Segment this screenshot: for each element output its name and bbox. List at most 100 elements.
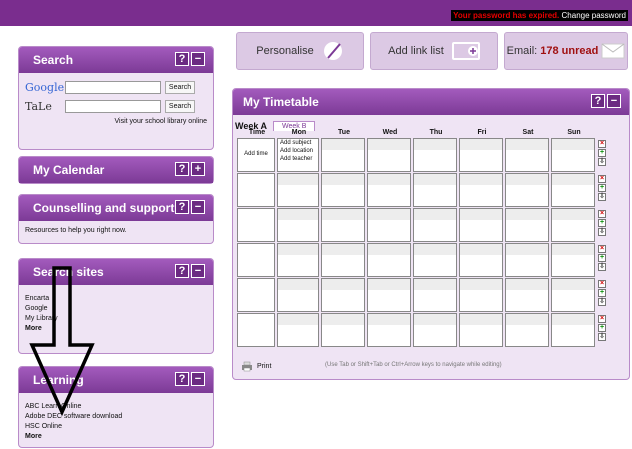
- link-google[interactable]: Google: [25, 305, 207, 312]
- timetable-cell[interactable]: [459, 278, 503, 312]
- timetable-cell[interactable]: [505, 313, 549, 347]
- timetable-cell[interactable]: [413, 208, 457, 242]
- delete-row-icon[interactable]: ×: [598, 175, 606, 183]
- link-my-library[interactable]: My Library: [25, 315, 207, 322]
- expand-button[interactable]: +: [191, 162, 205, 176]
- delete-row-icon[interactable]: ×: [598, 315, 606, 323]
- timetable-cell[interactable]: [459, 173, 503, 207]
- timetable-cell[interactable]: [505, 243, 549, 277]
- time-cell[interactable]: Add time: [237, 138, 275, 172]
- timetable-cell[interactable]: [367, 208, 411, 242]
- time-cell[interactable]: [237, 208, 275, 242]
- add-row-icon[interactable]: +: [598, 254, 606, 262]
- move-down-icon[interactable]: ⇩: [598, 298, 606, 306]
- time-cell[interactable]: [237, 278, 275, 312]
- link-encarta[interactable]: Encarta: [25, 295, 207, 302]
- timetable-cell[interactable]: [413, 313, 457, 347]
- timetable-cell[interactable]: [367, 173, 411, 207]
- timetable-cell[interactable]: [367, 243, 411, 277]
- timetable-cell[interactable]: [459, 243, 503, 277]
- timetable-cell[interactable]: [321, 138, 365, 172]
- timetable-cell[interactable]: [551, 173, 595, 207]
- timetable-cell[interactable]: [367, 138, 411, 172]
- print-button[interactable]: Print: [241, 361, 271, 372]
- timetable-cell[interactable]: [321, 208, 365, 242]
- timetable-cell[interactable]: [551, 313, 595, 347]
- timetable-cell[interactable]: [505, 208, 549, 242]
- timetable-cell[interactable]: [321, 313, 365, 347]
- timetable-cell[interactable]: [459, 138, 503, 172]
- timetable-cell[interactable]: [505, 278, 549, 312]
- link-hsc-online[interactable]: HSC Online: [25, 423, 207, 430]
- add-teacher-link[interactable]: Add teacher: [280, 155, 318, 163]
- timetable-cell[interactable]: [277, 173, 319, 207]
- move-down-icon[interactable]: ⇩: [598, 263, 606, 271]
- tale-search-input[interactable]: [65, 99, 161, 113]
- add-row-icon[interactable]: +: [598, 289, 606, 297]
- change-password-link[interactable]: Change password: [562, 11, 626, 20]
- timetable-cell[interactable]: [321, 278, 365, 312]
- timetable-cell[interactable]: [551, 208, 595, 242]
- move-down-icon[interactable]: ⇩: [598, 333, 606, 341]
- timetable-cell[interactable]: [413, 278, 457, 312]
- move-down-icon[interactable]: ⇩: [598, 193, 606, 201]
- add-location-link[interactable]: Add location: [280, 147, 318, 155]
- link-abc-learn[interactable]: ABC Learn Online: [25, 403, 207, 410]
- time-cell[interactable]: [237, 243, 275, 277]
- timetable-cell[interactable]: [277, 243, 319, 277]
- delete-row-icon[interactable]: ×: [598, 245, 606, 253]
- google-search-input[interactable]: [65, 80, 161, 94]
- timetable-cell[interactable]: [367, 278, 411, 312]
- collapse-button[interactable]: −: [191, 264, 205, 278]
- help-button[interactable]: ?: [175, 52, 189, 66]
- delete-row-icon[interactable]: ×: [598, 140, 606, 148]
- timetable-cell[interactable]: [277, 278, 319, 312]
- timetable-cell[interactable]: [413, 173, 457, 207]
- email-button[interactable]: Email: 178 unread: [504, 32, 628, 70]
- move-down-icon[interactable]: ⇩: [598, 158, 606, 166]
- library-link[interactable]: Visit your school library online: [25, 118, 207, 125]
- link-adobe-dec[interactable]: Adobe DEC software download: [25, 413, 207, 420]
- timetable-cell[interactable]: [505, 173, 549, 207]
- personalise-button[interactable]: Personalise: [236, 32, 364, 70]
- timetable-cell[interactable]: [367, 313, 411, 347]
- collapse-button[interactable]: −: [191, 372, 205, 386]
- help-button[interactable]: ?: [175, 200, 189, 214]
- add-subject-link[interactable]: Add subject: [280, 139, 318, 147]
- add-row-icon[interactable]: +: [598, 184, 606, 192]
- timetable-cell[interactable]: Add subject Add location Add teacher: [277, 138, 319, 172]
- delete-row-icon[interactable]: ×: [598, 210, 606, 218]
- collapse-button[interactable]: −: [191, 200, 205, 214]
- timetable-cell[interactable]: [321, 173, 365, 207]
- timetable-cell[interactable]: [551, 243, 595, 277]
- timetable-cell[interactable]: [459, 208, 503, 242]
- help-button[interactable]: ?: [175, 372, 189, 386]
- time-cell[interactable]: [237, 313, 275, 347]
- timetable-cell[interactable]: [459, 313, 503, 347]
- help-button[interactable]: ?: [591, 94, 605, 108]
- link-more[interactable]: More: [25, 433, 207, 440]
- timetable-cell[interactable]: [277, 313, 319, 347]
- time-cell[interactable]: [237, 173, 275, 207]
- counselling-link[interactable]: Resources to help you right now.: [25, 227, 127, 234]
- tale-search-button[interactable]: Search: [165, 99, 195, 113]
- delete-row-icon[interactable]: ×: [598, 280, 606, 288]
- move-down-icon[interactable]: ⇩: [598, 228, 606, 236]
- timetable-cell[interactable]: [413, 138, 457, 172]
- collapse-button[interactable]: −: [607, 94, 621, 108]
- timetable-cell[interactable]: [505, 138, 549, 172]
- add-row-icon[interactable]: +: [598, 219, 606, 227]
- timetable-cell[interactable]: [321, 243, 365, 277]
- add-row-icon[interactable]: +: [598, 149, 606, 157]
- timetable-cell[interactable]: [551, 138, 595, 172]
- link-more[interactable]: More: [25, 325, 207, 332]
- timetable-cell[interactable]: [551, 278, 595, 312]
- collapse-button[interactable]: −: [191, 52, 205, 66]
- calendar-panel-header[interactable]: My Calendar ? +: [19, 157, 213, 183]
- help-button[interactable]: ?: [175, 162, 189, 176]
- timetable-cell[interactable]: [277, 208, 319, 242]
- timetable-cell[interactable]: [413, 243, 457, 277]
- add-row-icon[interactable]: +: [598, 324, 606, 332]
- help-button[interactable]: ?: [175, 264, 189, 278]
- add-link-list-button[interactable]: Add link list: [370, 32, 498, 70]
